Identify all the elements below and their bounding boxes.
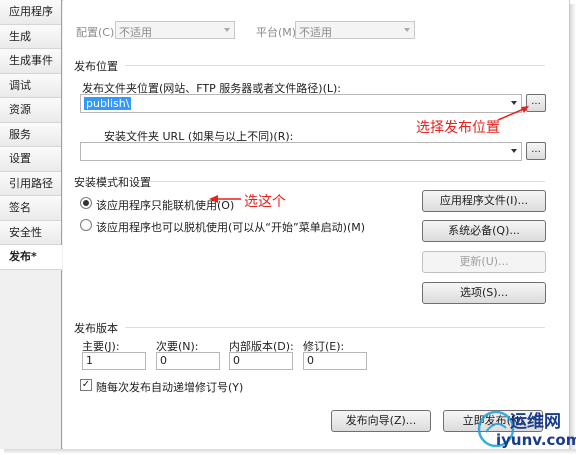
publish-location-header: 发布位置 — [74, 60, 118, 73]
sidebar-item-resources[interactable]: 资源 — [0, 98, 61, 123]
options-button[interactable]: 选项(S)... — [422, 282, 546, 304]
chevron-down-icon — [224, 28, 230, 32]
auto-increment-label[interactable]: 随每次发布自动递增修订号(Y) — [96, 379, 243, 395]
divider — [125, 327, 545, 328]
auto-increment-checkbox[interactable]: ✓ — [80, 379, 92, 391]
sidebar-item-publish[interactable]: 发布* — [0, 245, 62, 270]
sidebar: 应用程序 生成 生成事件 调试 资源 服务 设置 引用路径 签名 安全性 发布* — [0, 0, 62, 449]
publish-page: 配置(C): 不适用 平台(M): 不适用 发布位置 发布文件夹位置(网站、FT… — [63, 0, 569, 449]
sidebar-item-reference-paths[interactable]: 引用路径 — [0, 171, 61, 196]
sidebar-item-debug[interactable]: 调试 — [0, 73, 61, 98]
watermark-url: iyunv.com — [496, 431, 576, 449]
offline-label[interactable]: 该应用程序也可以脱机使用(可以从“开始”菜单启动)(M) — [96, 219, 365, 235]
sidebar-item-signing[interactable]: 签名 — [0, 196, 61, 221]
chevron-down-icon — [404, 28, 410, 32]
annotation-choose-location: 选择发布位置 — [416, 120, 500, 136]
platform-select[interactable]: 不适用 — [295, 21, 415, 39]
browse-url-button[interactable]: ... — [526, 142, 546, 160]
minor-input[interactable]: 0 — [156, 352, 220, 370]
watermark-logo: 运维网 iyunv.com — [472, 404, 576, 452]
sidebar-item-security[interactable]: 安全性 — [0, 220, 61, 245]
publish-folder-input[interactable]: publish\ — [80, 94, 522, 113]
config-select[interactable]: 不适用 — [115, 21, 235, 39]
divider — [149, 181, 545, 182]
platform-label: 平台(M): — [256, 26, 300, 39]
annotation-choose-this: 选这个 — [244, 194, 286, 210]
online-only-radio[interactable] — [80, 197, 92, 209]
prerequisites-button[interactable]: 系统必备(Q)... — [422, 220, 546, 242]
sidebar-item-application[interactable]: 应用程序 — [0, 0, 61, 25]
config-value: 不适用 — [119, 26, 152, 39]
divider — [125, 65, 545, 66]
sidebar-item-services[interactable]: 服务 — [0, 122, 61, 147]
arrow-icon — [497, 106, 529, 121]
watermark-cn: 运维网 — [510, 412, 561, 432]
application-files-button[interactable]: 应用程序文件(I)... — [422, 190, 546, 212]
sidebar-item-settings[interactable]: 设置 — [0, 147, 61, 172]
arrow-icon — [209, 195, 241, 203]
sidebar-item-build[interactable]: 生成 — [0, 24, 61, 49]
major-input[interactable]: 1 — [82, 352, 146, 370]
platform-value: 不适用 — [299, 26, 332, 39]
config-label: 配置(C): — [76, 26, 118, 39]
offline-radio[interactable] — [80, 219, 92, 231]
build-input[interactable]: 0 — [229, 352, 293, 370]
revision-input[interactable]: 0 — [303, 352, 367, 370]
install-mode-header: 安装模式和设置 — [74, 176, 151, 189]
publish-wizard-button[interactable]: 发布向导(Z)... — [331, 410, 431, 432]
sidebar-item-build-events[interactable]: 生成事件 — [0, 49, 61, 74]
install-url-input[interactable] — [80, 142, 522, 161]
publish-version-header: 发布版本 — [74, 322, 118, 335]
window-shadow-right — [570, 4, 576, 454]
chevron-down-icon — [511, 149, 517, 153]
publish-folder-value: publish\ — [84, 97, 132, 110]
updates-button[interactable]: 更新(U)... — [422, 251, 546, 273]
